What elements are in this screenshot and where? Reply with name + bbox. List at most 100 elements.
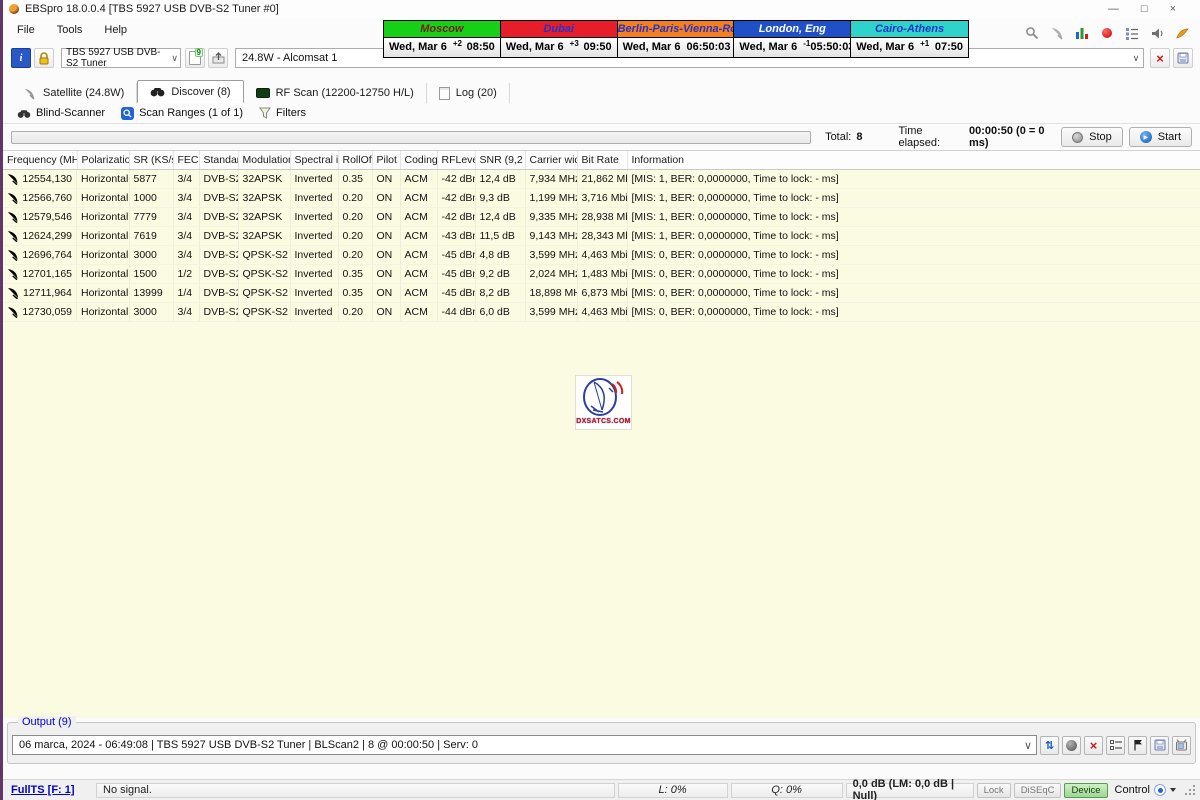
cell: Horizontal: [77, 284, 129, 303]
lock-button[interactable]: [34, 48, 54, 68]
chevron-down-icon: [1170, 788, 1176, 792]
column-header[interactable]: SR (KS/s): [129, 151, 173, 169]
output-label: Output (9): [18, 716, 76, 728]
save-output-button[interactable]: [1150, 736, 1169, 755]
cell: Inverted: [290, 208, 338, 227]
transponder-row[interactable]: 12566,760Horizontal10003/4DVB-S232APSKIn…: [3, 189, 1200, 208]
column-header[interactable]: Coding ...: [400, 151, 437, 169]
tab-rf-scan[interactable]: RF Scan (12200-12750 H/L): [244, 83, 427, 103]
cell: -42 dBm: [437, 169, 475, 189]
marker-button[interactable]: [1062, 736, 1081, 755]
import-button[interactable]: [208, 48, 228, 68]
transponder-row[interactable]: 12730,059Horizontal30003/4DVB-S2QPSK-S2I…: [3, 303, 1200, 322]
stop-button[interactable]: Stop: [1061, 127, 1123, 147]
clock-datetime: Wed, Mar 6+107:50: [851, 37, 968, 57]
transponder-row[interactable]: 12696,764Horizontal30003/4DVB-S2QPSK-S2I…: [3, 246, 1200, 265]
cell: 3/4: [173, 169, 199, 189]
clock-city: London, Eng: [734, 21, 850, 37]
clock-city: Cairo-Athens: [851, 21, 968, 37]
maximize-button[interactable]: □: [1141, 3, 1148, 15]
column-header[interactable]: Spectral in...: [290, 151, 338, 169]
clock-3: London, EngWed, Mar 6-105:50:03: [734, 21, 851, 57]
column-header[interactable]: Modulation: [238, 151, 290, 169]
chart-icon[interactable]: [1074, 25, 1090, 41]
cell: 32APSK: [238, 227, 290, 246]
column-header[interactable]: Bit Rate: [577, 151, 627, 169]
column-header[interactable]: Polarization: [77, 151, 129, 169]
cell: ACM: [400, 284, 437, 303]
diseqc-button[interactable]: DiSEqC: [1014, 783, 1062, 798]
save-satellite-button[interactable]: [1173, 48, 1193, 68]
column-header[interactable]: SNR (9,2 dB): [475, 151, 525, 169]
spectrum-dish-icon[interactable]: [1049, 25, 1065, 41]
transponder-row[interactable]: 12711,964Horizontal139991/4DVB-S2QPSK-S2…: [3, 284, 1200, 303]
column-header[interactable]: FEC: [173, 151, 199, 169]
cell: ON: [372, 208, 400, 227]
output-list-button[interactable]: [1106, 736, 1125, 755]
cell: [MIS: 1, BER: 0,0000000, Time to lock: -…: [627, 189, 1200, 208]
level-indicator: L: 0%: [618, 783, 728, 798]
subtab-label: Scan Ranges (1 of 1): [139, 107, 243, 119]
control-menu[interactable]: Control: [1111, 784, 1180, 796]
close-button[interactable]: ×: [1170, 3, 1176, 15]
transponder-page-button[interactable]: 9: [185, 48, 205, 68]
start-button[interactable]: ▶ Start: [1129, 127, 1192, 147]
cell: 28,343 Mbi...: [577, 227, 627, 246]
subtab-scan-ranges[interactable]: Scan Ranges (1 of 1): [117, 106, 251, 121]
signature-pen-icon[interactable]: [1174, 25, 1190, 41]
titlebar: EBSpro 18.0.0.4 [TBS 5927 USB DVB-S2 Tun…: [3, 0, 1200, 18]
tab-label: Log (20): [456, 87, 497, 99]
menu-tools[interactable]: Tools: [53, 22, 87, 38]
resize-grip[interactable]: [1185, 785, 1196, 796]
transponder-row[interactable]: 12701,165Horizontal15001/2DVB-S2QPSK-S2I…: [3, 265, 1200, 284]
cell: [MIS: 0, BER: 0,0000000, Time to lock: -…: [627, 303, 1200, 322]
column-header[interactable]: Carrier width: [525, 151, 577, 169]
record-icon[interactable]: [1099, 25, 1115, 41]
lock-status-button[interactable]: Lock: [977, 783, 1011, 798]
tab-discover[interactable]: Discover (8): [137, 80, 243, 103]
dxsatcs-logo: DXSATCS.COM: [575, 375, 632, 430]
tuner-select[interactable]: TBS 5927 USB DVB-S2 Tuner ∨: [61, 48, 181, 68]
menu-help[interactable]: Help: [100, 22, 131, 38]
transponder-row[interactable]: 12624,299Horizontal76193/4DVB-S232APSKIn…: [3, 227, 1200, 246]
column-header[interactable]: RollOff: [338, 151, 372, 169]
minimize-button[interactable]: —: [1108, 3, 1119, 15]
clear-output-button[interactable]: ×: [1084, 736, 1103, 755]
cell: ACM: [400, 303, 437, 322]
column-header[interactable]: Frequency (MHz): [3, 151, 77, 169]
audio-icon[interactable]: [1149, 25, 1165, 41]
satellite-dish-icon: [7, 287, 19, 299]
info-button[interactable]: i: [11, 48, 31, 68]
subtab-filters[interactable]: Filters: [255, 106, 314, 120]
tv-button[interactable]: [1172, 736, 1191, 755]
cell: DVB-S2: [199, 284, 238, 303]
transponder-row[interactable]: 12579,546Horizontal77793/4DVB-S232APSKIn…: [3, 208, 1200, 227]
delete-satellite-button[interactable]: ×: [1150, 48, 1170, 68]
frequency-value: 12730,059: [22, 306, 72, 318]
frequency-value: 12696,764: [22, 249, 72, 261]
fullts-link[interactable]: FullTS [F: 1]: [7, 784, 93, 796]
clock-city: Dubai: [501, 21, 617, 37]
subtab-blind-scanner[interactable]: Blind-Scanner: [13, 106, 113, 120]
snr-indicator: 0,0 dB (LM: 0,0 dB | Null): [846, 783, 974, 798]
cell: [MIS: 0, BER: 0,0000000, Time to lock: -…: [627, 265, 1200, 284]
start-icon: ▶: [1140, 131, 1152, 143]
scan-results-area: Frequency (MHz)PolarizationSR (KS/s)FECS…: [3, 150, 1200, 718]
flag-button[interactable]: [1128, 736, 1147, 755]
cell: 1500: [129, 265, 173, 284]
refresh-button[interactable]: ⇅: [1040, 736, 1059, 755]
menu-file[interactable]: File: [13, 22, 39, 38]
column-header[interactable]: Information: [627, 151, 1200, 169]
column-header[interactable]: Pilot: [372, 151, 400, 169]
playlist-icon[interactable]: [1124, 25, 1140, 41]
search-icon[interactable]: [1024, 25, 1040, 41]
device-button[interactable]: Device: [1064, 783, 1107, 798]
tab-log[interactable]: Log (20): [427, 83, 510, 103]
cell: ON: [372, 265, 400, 284]
transponder-row[interactable]: 12554,130Horizontal58773/4DVB-S232APSKIn…: [3, 169, 1200, 189]
output-log-select[interactable]: 06 marca, 2024 - 06:49:08 | TBS 5927 USB…: [12, 735, 1037, 755]
tab-satellite[interactable]: Satellite (24.8W): [11, 83, 137, 103]
column-header[interactable]: RFLevel: [437, 151, 475, 169]
column-header[interactable]: Standard: [199, 151, 238, 169]
cell: 0.20: [338, 246, 372, 265]
